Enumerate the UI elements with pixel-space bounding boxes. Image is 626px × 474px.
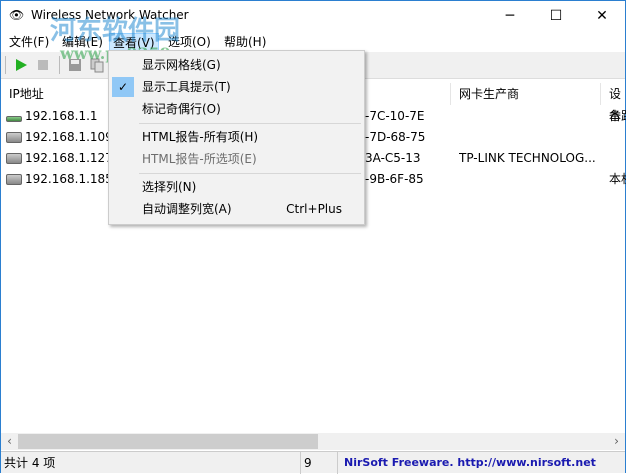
computer-icon: [6, 132, 22, 143]
menu-item-mark-odd-even[interactable]: 标记奇偶行(O): [111, 98, 362, 120]
mac-cell: -7D-68-75: [365, 130, 426, 144]
eye-app-icon: 👁: [9, 8, 25, 22]
view-menu-dropdown: 显示网格线(G) ✓ 显示工具提示(T) 标记奇偶行(O) HTML报告-所有项(…: [108, 50, 365, 225]
menu-item-label: 自动调整列宽(A): [142, 202, 232, 216]
menu-file[interactable]: 文件(F): [6, 33, 52, 51]
status-item-count: 共计 4 项: [1, 452, 301, 474]
ip-cell: 192.168.1.185: [25, 172, 113, 186]
column-header-vendor[interactable]: 网卡生产商: [451, 83, 601, 105]
window-title: Wireless Network Watcher: [31, 8, 189, 22]
ip-cell: 192.168.1.1: [25, 109, 98, 123]
menu-item-label: 显示网格线(G): [142, 58, 221, 72]
menu-view[interactable]: 查看(V): [109, 33, 159, 51]
device-cell: 本机: [609, 172, 626, 186]
scroll-right-icon[interactable]: ›: [608, 433, 625, 450]
scroll-left-icon[interactable]: ‹: [1, 433, 18, 450]
menu-edit[interactable]: 编辑(E): [59, 33, 106, 51]
status-bar: 共计 4 项 9 NirSoft Freeware. http://www.ni…: [1, 451, 625, 474]
menu-item-show-gridlines[interactable]: 显示网格线(G): [111, 54, 362, 76]
status-number: 9: [301, 452, 338, 474]
mac-cell: -9B-6F-85: [365, 172, 424, 186]
toolbar-separator: [5, 56, 6, 74]
menu-item-label: 显示工具提示(T): [142, 80, 231, 94]
start-icon[interactable]: [13, 57, 29, 73]
scrollbar-thumb[interactable]: [18, 434, 318, 449]
menu-item-shortcut: Ctrl+Plus: [286, 202, 342, 216]
computer-icon: [6, 174, 22, 185]
title-bar: 👁 Wireless Network Watcher ─ ☐ ✕: [1, 1, 625, 31]
close-button[interactable]: ✕: [579, 1, 625, 31]
stop-icon[interactable]: [35, 57, 51, 73]
menu-separator: [139, 123, 361, 124]
toolbar-separator: [59, 56, 60, 74]
horizontal-scrollbar[interactable]: ‹ ›: [1, 433, 625, 450]
menu-item-show-tooltips[interactable]: ✓ 显示工具提示(T): [111, 76, 362, 98]
menu-item-label: 标记奇偶行(O): [142, 102, 221, 116]
column-header-device[interactable]: 设备: [601, 83, 626, 123]
ip-cell: 192.168.1.127: [25, 151, 113, 165]
menu-item-html-report-selected: HTML报告-所选项(E): [111, 148, 362, 170]
menu-separator: [139, 173, 361, 174]
copy-icon[interactable]: [89, 57, 105, 73]
ip-cell: 192.168.1.109: [25, 130, 113, 144]
minimize-button[interactable]: ─: [487, 1, 533, 31]
menu-item-html-report-all[interactable]: HTML报告-所有项(H): [111, 126, 362, 148]
menu-help[interactable]: 帮助(H): [221, 33, 269, 51]
vendor-cell: TP-LINK TECHNOLOG...: [459, 151, 596, 165]
menu-item-auto-size-columns[interactable]: 自动调整列宽(A) Ctrl+Plus: [111, 198, 362, 220]
nirsoft-link[interactable]: NirSoft Freeware. http://www.nirsoft.net: [338, 452, 624, 474]
save-icon[interactable]: [67, 57, 83, 73]
maximize-button[interactable]: ☐: [533, 1, 579, 31]
menu-item-label: HTML报告-所有项(H): [142, 130, 259, 144]
menu-item-label: HTML报告-所选项(E): [142, 152, 257, 166]
mac-cell: 3A-C5-13: [365, 151, 421, 165]
menu-item-choose-columns[interactable]: 选择列(N): [111, 176, 362, 198]
mac-cell: -7C-10-7E: [365, 109, 425, 123]
router-icon: [6, 116, 22, 122]
checkmark-icon: ✓: [112, 77, 134, 97]
menu-bar: 文件(F) 编辑(E) 查看(V) 选项(O) 帮助(H): [1, 31, 625, 51]
device-cell: 本路: [609, 109, 626, 123]
menu-item-label: 选择列(N): [142, 180, 197, 194]
computer-icon: [6, 153, 22, 164]
menu-options[interactable]: 选项(O): [165, 33, 214, 51]
